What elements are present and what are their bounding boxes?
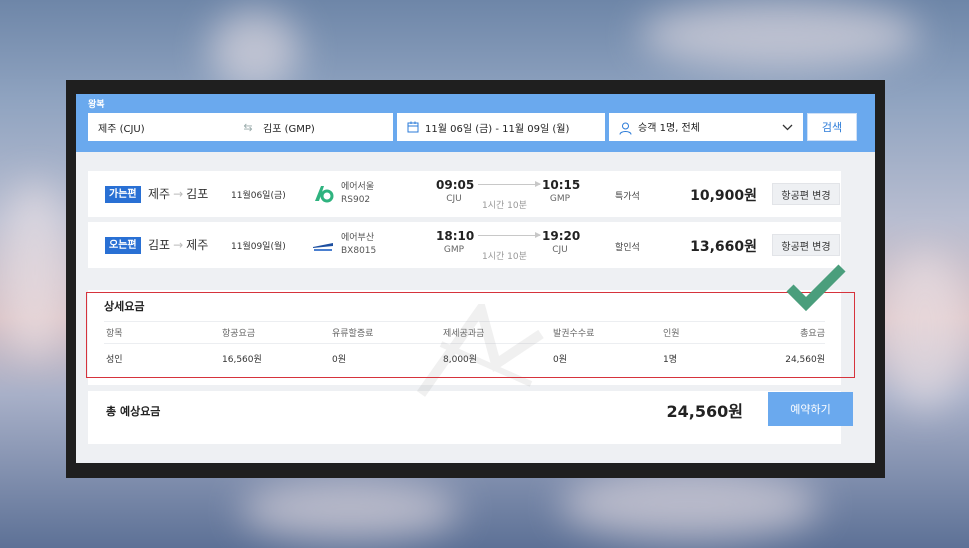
destination-field[interactable]: 김포 (GMP) <box>263 120 315 135</box>
flight-route: 제주 → 김포 <box>148 187 209 201</box>
date-field[interactable]: 11월 06일 (금) - 11월 09일 (월) <box>397 113 605 141</box>
outbound-tag: 가는편 <box>105 186 141 203</box>
change-flight-button[interactable]: 항공편 변경 <box>772 183 840 205</box>
return-flight-card: 오는편 김포 → 제주 11월09일(월) 에어부산 BX8015 18:10 GM… <box>88 222 841 268</box>
seat-class: 특가석 <box>615 192 640 202</box>
flight-date: 11월09일(월) <box>231 242 286 252</box>
chevron-down-icon[interactable] <box>782 124 793 131</box>
seat-class: 할인석 <box>615 243 640 253</box>
flight-price: 10,900원 <box>690 188 757 204</box>
flight-path-arrow <box>478 181 541 187</box>
background-cloud <box>880 250 969 410</box>
background-cloud <box>210 10 300 90</box>
background-cloud <box>560 470 820 540</box>
arrow-right-icon: → <box>173 187 184 201</box>
highlight-box <box>86 292 855 378</box>
book-button[interactable]: 예약하기 <box>768 392 853 426</box>
departure-airport: CJU <box>446 194 462 204</box>
flight-duration: 1시간 10분 <box>482 201 527 211</box>
arrival-time: 10:15 <box>542 178 581 192</box>
trip-type-label: 왕복 <box>88 100 105 110</box>
background-cloud <box>240 480 460 540</box>
outbound-flight-card: 가는편 제주 → 김포 11월06일(금) 에어서울 RS902 09:05 CJU… <box>88 171 841 217</box>
passenger-field[interactable]: 승객 1명, 전체 <box>609 113 803 141</box>
origin-field[interactable]: 제주 (CJU) <box>88 120 233 135</box>
air-seoul-logo-icon <box>315 186 334 203</box>
arrow-right-icon: → <box>173 238 184 252</box>
departure-block: 18:10 GMP <box>436 229 475 257</box>
arrival-time: 19:20 <box>542 229 581 243</box>
total-label: 총 예상요금 <box>106 405 161 418</box>
swap-icon[interactable]: ⇆ <box>233 121 263 134</box>
flight-date: 11월06일(금) <box>231 191 286 201</box>
user-icon <box>619 122 632 135</box>
airline-info: 에어서울 RS902 <box>341 181 374 207</box>
arrival-airport: CJU <box>552 245 568 255</box>
flight-number: BX8015 <box>341 246 377 256</box>
total-price: 24,560원 <box>666 402 743 421</box>
departure-time: 18:10 <box>436 229 475 243</box>
passenger-text: 승객 1명, 전체 <box>638 123 700 135</box>
flight-duration: 1시간 10분 <box>482 252 527 262</box>
booking-panel: 왕복 제주 (CJU) ⇆ 김포 (GMP) 11월 06일 (금) - 11월… <box>76 94 875 463</box>
airline-name: 에어서울 <box>341 182 375 192</box>
return-tag: 오는편 <box>105 237 141 254</box>
checkmark-icon <box>786 264 846 312</box>
arrival-block: 19:20 CJU <box>542 229 581 257</box>
calendar-icon <box>407 121 419 133</box>
flight-price: 13,660원 <box>690 239 757 255</box>
route-field[interactable]: 제주 (CJU) ⇆ 김포 (GMP) <box>88 113 393 141</box>
flight-path-arrow <box>478 232 541 238</box>
airline-info: 에어부산 BX8015 <box>341 232 376 258</box>
change-flight-button[interactable]: 항공편 변경 <box>772 234 840 256</box>
arrival-airport: GMP <box>549 194 571 204</box>
departure-airport: GMP <box>443 245 465 255</box>
flight-route: 김포 → 제주 <box>148 238 209 252</box>
departure-time: 09:05 <box>436 178 475 192</box>
air-busan-logo-icon <box>313 243 333 251</box>
date-range-text: 11월 06일 (금) - 11월 09일 (월) <box>425 123 570 135</box>
search-bar: 왕복 제주 (CJU) ⇆ 김포 (GMP) 11월 06일 (금) - 11월… <box>76 94 875 152</box>
departure-block: 09:05 CJU <box>436 178 475 206</box>
arrival-block: 10:15 GMP <box>542 178 581 206</box>
airline-name: 에어부산 <box>341 233 375 243</box>
flight-number: RS902 <box>341 195 371 205</box>
background-cloud <box>0 180 70 360</box>
search-button[interactable]: 검색 <box>807 113 857 141</box>
background-cloud <box>640 0 920 70</box>
